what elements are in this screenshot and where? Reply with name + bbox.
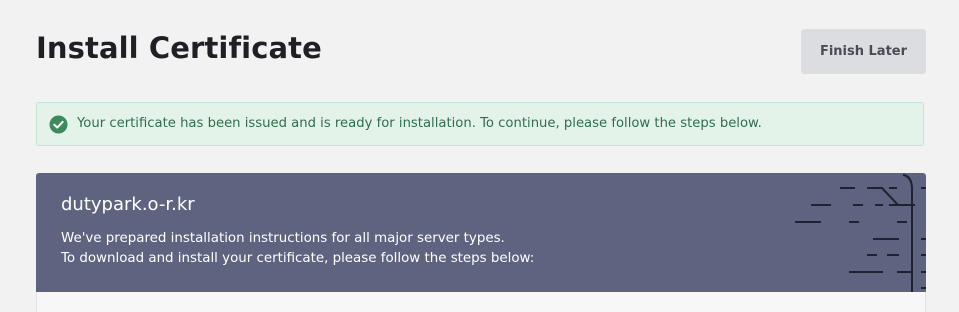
- circuit-lines-graphic: [795, 173, 926, 292]
- domain-card: dutypark.o-r.kr We've prepared installat…: [36, 173, 926, 292]
- card-description-line-2: To download and install your certificate…: [61, 251, 535, 266]
- card-description-line-1: We've prepared installation instructions…: [61, 231, 505, 246]
- alert-message: Your certificate has been issued and is …: [77, 116, 762, 131]
- finish-later-button[interactable]: Finish Later: [801, 29, 926, 74]
- card-body: [36, 292, 926, 312]
- domain-name: dutypark.o-r.kr: [61, 194, 195, 215]
- check-circle-icon: [49, 115, 68, 134]
- install-certificate-page: Install Certificate Finish Later Your ce…: [0, 0, 959, 312]
- success-alert: Your certificate has been issued and is …: [36, 102, 924, 146]
- page-title: Install Certificate: [36, 31, 322, 65]
- card-description: We've prepared installation instructions…: [61, 229, 534, 269]
